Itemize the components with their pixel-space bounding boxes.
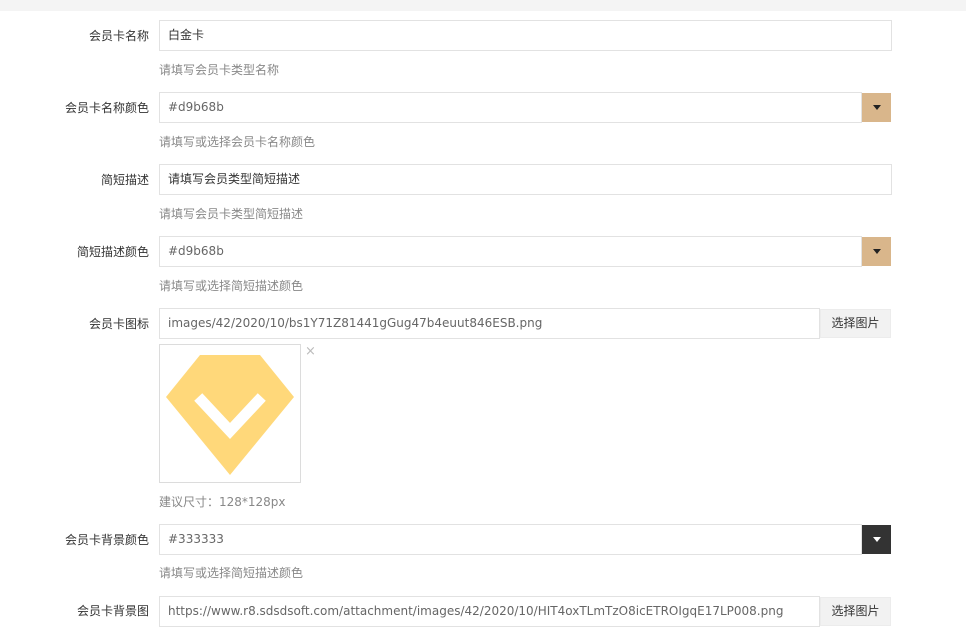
name-color-label: 会员卡名称颜色 bbox=[64, 101, 149, 115]
icon-path-input[interactable]: images/42/2020/10/bs1Y71Z81441gGug47b4eu… bbox=[159, 308, 820, 339]
bg-image-label: 会员卡背景图 bbox=[76, 604, 149, 618]
bg-color-picker[interactable] bbox=[862, 525, 891, 554]
desc-color-label: 简短描述颜色 bbox=[76, 245, 149, 259]
name-help: 请填写会员卡类型名称 bbox=[159, 63, 280, 77]
bg-color-input[interactable]: #333333 bbox=[159, 524, 862, 555]
caret-down-icon bbox=[872, 105, 881, 110]
bg-image-select-button[interactable]: 选择图片 bbox=[820, 597, 891, 626]
top-bar bbox=[0, 0, 966, 11]
caret-down-icon bbox=[872, 537, 881, 542]
bg-image-path-input[interactable]: https://www.r8.sdsdsoft.com/attachment/i… bbox=[159, 596, 820, 627]
desc-label: 简短描述 bbox=[100, 173, 149, 187]
caret-down-icon bbox=[872, 249, 881, 254]
desc-color-input[interactable]: #d9b68b bbox=[159, 236, 862, 267]
name-color-picker[interactable] bbox=[862, 93, 891, 122]
desc-color-help: 请填写或选择简短描述颜色 bbox=[159, 279, 304, 293]
icon-label: 会员卡图标 bbox=[88, 317, 149, 331]
icon-thumbnail bbox=[159, 344, 301, 483]
icon-select-button[interactable]: 选择图片 bbox=[820, 309, 891, 338]
bg-color-label: 会员卡背景颜色 bbox=[64, 533, 149, 547]
name-input[interactable]: 白金卡 bbox=[159, 20, 892, 51]
name-label: 会员卡名称 bbox=[88, 29, 149, 43]
name-color-help: 请填写或选择会员卡名称颜色 bbox=[159, 135, 316, 149]
name-color-input[interactable]: #d9b68b bbox=[159, 92, 862, 123]
desc-help: 请填写会员卡类型简短描述 bbox=[159, 207, 304, 221]
desc-input[interactable]: 请填写会员类型简短描述 bbox=[159, 164, 892, 195]
desc-color-picker[interactable] bbox=[862, 237, 891, 266]
bg-color-help: 请填写或选择简短描述颜色 bbox=[159, 566, 304, 580]
diamond-check-icon bbox=[166, 355, 294, 475]
icon-help: 建议尺寸：128*128px bbox=[159, 495, 286, 509]
remove-image-icon[interactable]: × bbox=[305, 345, 316, 359]
